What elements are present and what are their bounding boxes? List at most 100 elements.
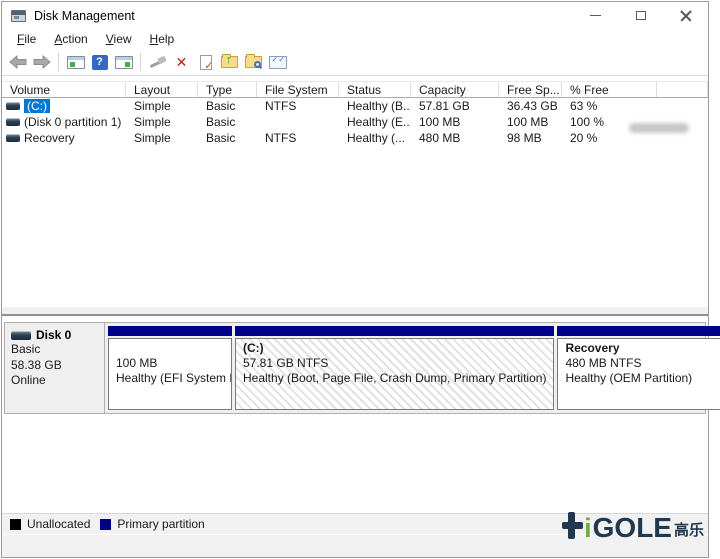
- cell-layout: Simple: [126, 131, 198, 145]
- minimize-icon: [590, 15, 601, 16]
- volume-icon: [6, 102, 20, 110]
- volume-icon: [6, 118, 20, 126]
- disk-graphic-area: Disk 0 Basic 58.38 GB Online 100 MB H: [2, 316, 708, 513]
- cell-layout: Simple: [126, 115, 198, 129]
- disk-management-app-icon: [11, 10, 26, 22]
- forward-button[interactable]: [30, 52, 53, 73]
- primary-partition-color-bar: [108, 326, 232, 336]
- document-check-icon: ✓: [200, 55, 212, 70]
- higole-watermark-logo: i GOLE 高乐: [562, 512, 704, 542]
- maximize-icon: [636, 11, 646, 20]
- toolbar: ? ✕ ✓ ↑ ✓✓: [2, 49, 708, 76]
- cell-file-system: NTFS: [257, 131, 339, 145]
- logo-plus-icon: [562, 512, 583, 542]
- disk-0-label-panel[interactable]: Disk 0 Basic 58.38 GB Online: [5, 323, 105, 413]
- disk-type: Basic: [11, 342, 98, 358]
- partition-c[interactable]: (C:) 57.81 GB NTFS Healthy (Boot, Page F…: [235, 326, 554, 410]
- column-header-volume[interactable]: Volume: [2, 82, 126, 97]
- back-button[interactable]: [6, 52, 29, 73]
- volume-row-c[interactable]: (C:) Simple Basic NTFS Healthy (B... 57.…: [2, 98, 708, 114]
- partition-size: 100 MB: [116, 356, 224, 371]
- partition-recovery[interactable]: Recovery 480 MB NTFS Healthy (OEM Partit…: [557, 326, 720, 410]
- menu-bar: File Action View Help: [2, 29, 708, 49]
- primary-partition-color-bar: [557, 326, 720, 336]
- tool-button[interactable]: [146, 52, 169, 73]
- column-header-layout[interactable]: Layout: [126, 82, 198, 97]
- partitions-area: 100 MB Healthy (EFI System Pa (C:) 57.81…: [105, 323, 720, 413]
- logo-chinese: 高乐: [674, 519, 704, 540]
- menu-help[interactable]: Help: [141, 30, 184, 48]
- partition-status: Healthy (EFI System Pa: [116, 371, 224, 386]
- partition-size: 57.81 GB NTFS: [243, 356, 546, 371]
- cell-capacity: 480 MB: [411, 131, 499, 145]
- primary-partition-color-bar: [235, 326, 554, 336]
- column-header-capacity[interactable]: Capacity: [411, 82, 499, 97]
- volume-icon: [6, 134, 20, 142]
- cell-status: Healthy (E...: [339, 115, 411, 129]
- column-header-file-system[interactable]: File System: [257, 82, 339, 97]
- column-header-type[interactable]: Type: [198, 82, 257, 97]
- redacted-watermark-blur: [629, 123, 689, 133]
- column-header-percent-free[interactable]: % Free: [562, 82, 657, 97]
- explore-folder-button[interactable]: [242, 52, 265, 73]
- cell-percent-free: 63 %: [562, 99, 657, 113]
- disk-name: Disk 0: [36, 328, 71, 342]
- disk-icon: [11, 331, 31, 340]
- show-action-pane-button[interactable]: [112, 52, 135, 73]
- partition-title: Recovery: [565, 341, 719, 356]
- volume-name: Recovery: [24, 131, 75, 145]
- open-folder-button[interactable]: ↑: [218, 52, 241, 73]
- disk-0-strip: Disk 0 Basic 58.38 GB Online 100 MB H: [4, 322, 706, 414]
- menu-action[interactable]: Action: [45, 30, 96, 48]
- partition-efi[interactable]: 100 MB Healthy (EFI System Pa: [108, 326, 232, 410]
- cell-capacity: 57.81 GB: [411, 99, 499, 113]
- cell-free-space: 98 MB: [499, 131, 562, 145]
- partition-size: 480 MB NTFS: [565, 356, 719, 371]
- volume-name: (Disk 0 partition 1): [24, 115, 121, 129]
- folder-up-icon: ↑: [221, 56, 238, 68]
- menu-file[interactable]: File: [8, 30, 45, 48]
- close-icon: [680, 10, 692, 22]
- cell-free-space: 36.43 GB: [499, 99, 562, 113]
- console-tree-icon: [67, 56, 85, 69]
- close-button[interactable]: [663, 2, 708, 29]
- volume-list-pane: Volume Layout Type File System Status Ca…: [2, 76, 708, 307]
- cell-status: Healthy (...: [339, 131, 411, 145]
- cell-layout: Simple: [126, 99, 198, 113]
- folder-search-icon: [245, 56, 262, 68]
- cell-free-space: 100 MB: [499, 115, 562, 129]
- cell-type: Basic: [198, 115, 257, 129]
- back-arrow-icon: [9, 55, 27, 69]
- cell-type: Basic: [198, 131, 257, 145]
- menu-view[interactable]: View: [97, 30, 141, 48]
- volume-name: (C:): [24, 99, 50, 113]
- cell-percent-free: 20 %: [562, 131, 657, 145]
- help-button[interactable]: ?: [88, 52, 111, 73]
- window-title: Disk Management: [34, 9, 135, 23]
- column-header-free-space[interactable]: Free Sp...: [499, 82, 562, 97]
- cell-file-system: NTFS: [257, 99, 339, 113]
- help-icon: ?: [92, 55, 108, 70]
- legend-unallocated-label: Unallocated: [27, 517, 90, 531]
- cell-capacity: 100 MB: [411, 115, 499, 129]
- toolbar-separator: [140, 53, 141, 71]
- volume-list-header: Volume Layout Type File System Status Ca…: [2, 81, 708, 98]
- minimize-button[interactable]: [573, 2, 618, 29]
- partition-title: (C:): [243, 341, 546, 356]
- disk-status: Online: [11, 373, 98, 389]
- disk-management-window: Disk Management File Action View Help ? …: [1, 1, 709, 558]
- partition-status: Healthy (OEM Partition): [565, 371, 719, 386]
- column-header-status[interactable]: Status: [339, 82, 411, 97]
- cell-status: Healthy (B...: [339, 99, 411, 113]
- show-console-tree-button[interactable]: [64, 52, 87, 73]
- properties-button[interactable]: ✓✓: [266, 52, 289, 73]
- logo-gole: GOLE: [593, 515, 672, 542]
- action-pane-icon: [115, 56, 133, 69]
- check-document-button[interactable]: ✓: [194, 52, 217, 73]
- partition-status: Healthy (Boot, Page File, Crash Dump, Pr…: [243, 371, 546, 386]
- maximize-button[interactable]: [618, 2, 663, 29]
- volume-row-disk0-partition1[interactable]: (Disk 0 partition 1) Simple Basic Health…: [2, 114, 708, 130]
- pane-splitter[interactable]: [2, 307, 708, 316]
- delete-volume-button[interactable]: ✕: [170, 52, 193, 73]
- volume-row-recovery[interactable]: Recovery Simple Basic NTFS Healthy (... …: [2, 130, 708, 146]
